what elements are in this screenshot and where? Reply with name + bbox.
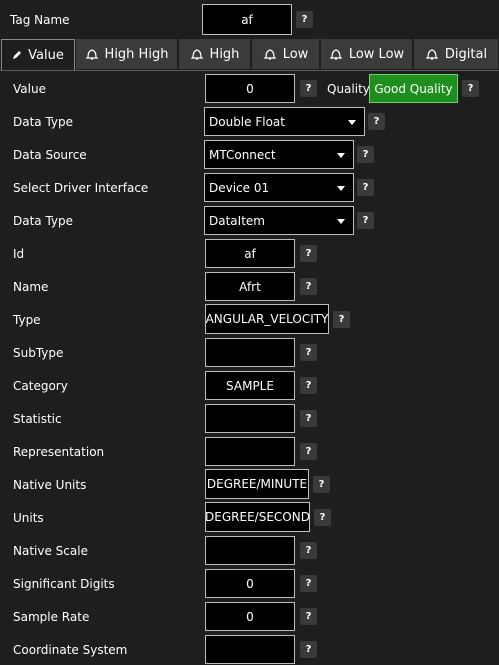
native-units-label: Native Units (13, 478, 87, 492)
chevron-down-icon (337, 218, 345, 224)
sample-rate-field[interactable]: 0 (205, 602, 295, 631)
significant-digits-help-button[interactable]: ? (300, 575, 317, 592)
driver-interface-select[interactable]: Device 01 (204, 173, 354, 202)
subtype-label: SubType (13, 346, 64, 360)
bell-icon (190, 49, 203, 60)
tab-high-high-label: High High (104, 46, 169, 62)
tab-low-low[interactable]: Low Low (321, 39, 413, 69)
pencil-icon (13, 51, 22, 59)
tag-name-help-button[interactable]: ? (296, 11, 313, 28)
quality-status-badge: Good Quality (369, 74, 458, 103)
category-help-button[interactable]: ? (300, 377, 317, 394)
native-units-help-button[interactable]: ? (313, 476, 330, 493)
native-scale-field[interactable] (205, 536, 295, 565)
tab-digital-label: Digital (444, 46, 488, 62)
data-source-select[interactable]: MTConnect (204, 140, 354, 169)
significant-digits-field[interactable]: 0 (205, 569, 295, 598)
data-type-select[interactable]: Double Float (204, 107, 365, 136)
data-source-help-button[interactable]: ? (357, 146, 374, 163)
tab-digital[interactable]: Digital (414, 39, 499, 69)
chevron-down-icon (337, 152, 345, 158)
data-type-2-select[interactable]: DataItem (204, 206, 354, 235)
tab-low[interactable]: Low (252, 39, 320, 69)
tab-low-low-label: Low Low (348, 46, 405, 62)
statistic-field[interactable] (205, 404, 295, 433)
statistic-help-button[interactable]: ? (300, 410, 317, 427)
units-label: Units (13, 511, 44, 525)
value-help-button[interactable]: ? (300, 80, 317, 97)
coordinate-system-help-button[interactable]: ? (300, 641, 317, 658)
chevron-down-icon (337, 185, 345, 191)
subtype-field[interactable] (205, 338, 295, 367)
category-field[interactable]: SAMPLE (205, 371, 295, 400)
tab-value-label: Value (28, 47, 64, 63)
representation-label: Representation (13, 445, 105, 459)
quality-label: Quality (327, 82, 370, 96)
native-scale-help-button[interactable]: ? (300, 542, 317, 559)
data-type-2-label: Data Type (13, 214, 74, 228)
driver-interface-help-button[interactable]: ? (357, 179, 374, 196)
id-help-button[interactable]: ? (300, 245, 317, 262)
significant-digits-label: Significant Digits (13, 577, 115, 591)
bell-icon (329, 49, 343, 60)
data-type-2-help-button[interactable]: ? (357, 212, 374, 229)
data-type-2-value: DataItem (209, 213, 265, 228)
units-help-button[interactable]: ? (314, 509, 331, 526)
value-label: Value (13, 82, 46, 96)
type-label: Type (13, 313, 41, 327)
data-type-label: Data Type (13, 115, 74, 129)
tab-high[interactable]: High (179, 39, 251, 69)
subtype-help-button[interactable]: ? (300, 344, 317, 361)
driver-interface-label: Select Driver Interface (13, 181, 149, 195)
tab-value[interactable]: Value (1, 39, 75, 70)
representation-help-button[interactable]: ? (300, 443, 317, 460)
native-scale-label: Native Scale (13, 544, 88, 558)
sample-rate-label: Sample Rate (13, 610, 90, 624)
data-type-help-button[interactable]: ? (368, 113, 385, 130)
bell-icon (263, 49, 277, 60)
data-type-value: Double Float (209, 114, 285, 129)
name-label: Name (13, 280, 49, 294)
native-units-field[interactable]: DEGREE/MINUTE (205, 469, 309, 499)
value-field[interactable]: 0 (205, 74, 295, 103)
name-field[interactable]: Afrt (205, 272, 295, 301)
category-label: Category (13, 379, 68, 393)
id-label: Id (13, 247, 25, 261)
name-help-button[interactable]: ? (300, 278, 317, 295)
chevron-down-icon (348, 119, 356, 125)
alarm-tab-bar: Value High High High Low Low Low Digital (0, 39, 499, 71)
type-help-button[interactable]: ? (333, 311, 350, 328)
statistic-label: Statistic (13, 412, 62, 426)
quality-help-button[interactable]: ? (462, 80, 479, 97)
representation-field[interactable] (205, 437, 295, 466)
driver-interface-value: Device 01 (209, 180, 270, 195)
units-field[interactable]: DEGREE/SECOND (205, 502, 310, 532)
coordinate-system-label: Coordinate System (13, 643, 128, 657)
data-source-value: MTConnect (209, 147, 276, 162)
tab-high-label: High (209, 46, 240, 62)
id-field[interactable]: af (205, 239, 295, 268)
coordinate-system-field[interactable] (205, 635, 295, 664)
sample-rate-help-button[interactable]: ? (300, 608, 317, 625)
tab-low-label: Low (282, 46, 309, 62)
bell-icon (425, 49, 439, 60)
tab-high-high[interactable]: High High (76, 39, 178, 69)
data-source-label: Data Source (13, 148, 87, 162)
tag-name-field[interactable]: af (202, 4, 292, 35)
tag-name-label: Tag Name (10, 13, 70, 27)
bell-icon (85, 49, 98, 60)
type-field[interactable]: ANGULAR_VELOCITY (205, 304, 329, 334)
